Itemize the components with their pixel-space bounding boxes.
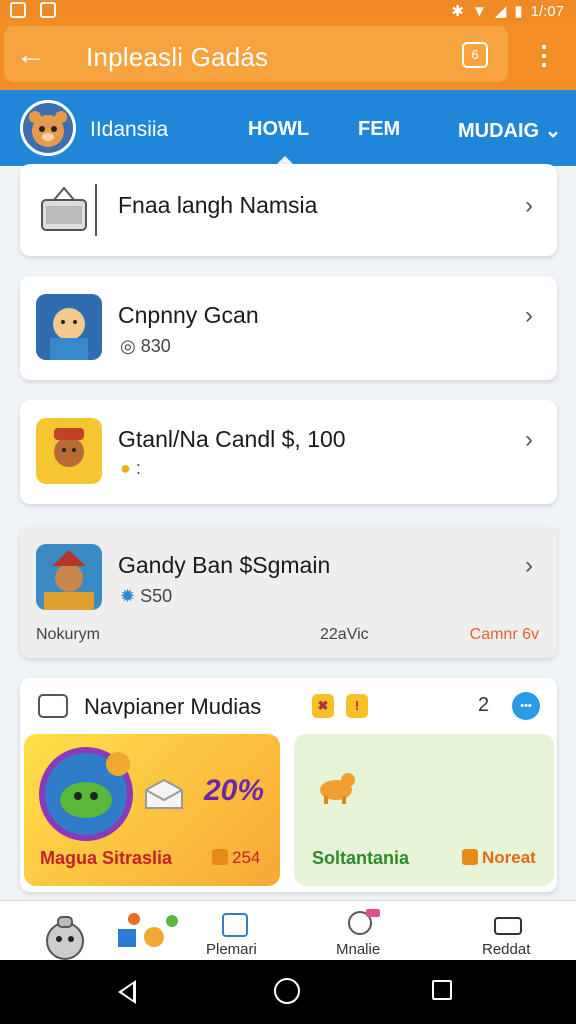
chat-icon: [348, 909, 380, 935]
list-item[interactable]: Gandy Ban $Sgmain ✹ S50 › Nokurym 22aVic…: [20, 526, 557, 658]
image-notification-icon: [40, 2, 56, 18]
system-navigation-bar: [0, 960, 576, 1024]
card-subtitle: ◎ 830: [120, 336, 171, 357]
card-title: Gtanl/Na Candl $, 100: [118, 426, 346, 452]
chevron-down-icon: ⌄: [544, 120, 562, 142]
nav-label-mnalie[interactable]: Mnalie: [336, 941, 380, 958]
tag-icon: [212, 849, 228, 865]
promo-left-label: Magua Sitraslia: [40, 848, 173, 868]
robot-mascot-icon[interactable]: [40, 911, 90, 961]
list-item[interactable]: Gtanl/Na Candl $, 100 ● : ›: [20, 400, 557, 504]
featured-section: Navpianer Mudias ✖ ! 2 ••• 20% Magua Sit…: [20, 678, 557, 892]
bear-character-icon: [36, 418, 102, 484]
promo-left-count: 254: [212, 848, 260, 868]
card-subtitle: ✹ S50: [120, 586, 172, 607]
nav-label-plemari[interactable]: Plemari: [206, 941, 257, 958]
nav-label-reddat[interactable]: Reddat: [482, 941, 530, 958]
card-value: :: [135, 458, 141, 478]
list-item[interactable]: Cnpnny Gcan ◎ 830 ›: [20, 276, 557, 380]
chevron-right-icon: ›: [525, 302, 533, 329]
system-recents-icon[interactable]: [432, 980, 452, 1000]
back-arrow-icon[interactable]: ←: [16, 40, 48, 72]
promo-right-label: Soltantania: [312, 848, 410, 868]
app-title: Inpleasli Gadás: [86, 42, 269, 72]
reward-badge-icon: ✖: [312, 694, 334, 718]
more-options-icon[interactable]: ⋮: [530, 40, 558, 72]
wifi-icon: ▼: [471, 2, 487, 20]
tab-more-label: MUDAIG: [458, 120, 540, 142]
gift-box-icon: [41, 186, 87, 231]
promo-card-right[interactable]: Soltantania Noreat: [294, 734, 554, 886]
bear-mascot-icon: [29, 111, 67, 147]
card-footer-left: Nokurym: [36, 626, 101, 643]
card-value: 830: [140, 336, 171, 356]
tab-bar: IIdansiia HOWL FEM MUDAIG ⌄: [0, 90, 576, 166]
card-title: Gandy Ban $Sgmain: [118, 552, 331, 578]
dog-icon: [320, 773, 355, 804]
promo-card-left[interactable]: 20% Magua Sitraslia 254: [24, 734, 280, 886]
envelope-icon: [145, 778, 183, 809]
list-item[interactable]: Fnaa langh Namsia ›: [20, 164, 557, 256]
card-value: S50: [140, 586, 173, 606]
menu-dot-icon[interactable]: •••: [512, 692, 540, 720]
app-notification-icon: [10, 2, 26, 18]
bluetooth-icon: ✱: [451, 3, 464, 20]
promo-percent: 20%: [204, 774, 265, 807]
games-bundle-icon[interactable]: [116, 911, 182, 951]
card-footer-link[interactable]: Camnr 6v: [470, 626, 539, 644]
app-bar: ← Inpleasli Gadás 6 ⋮: [0, 22, 576, 90]
system-home-icon[interactable]: [274, 978, 300, 1004]
promo-right-tag: Noreat: [462, 848, 536, 868]
card-subtitle: ● :: [120, 458, 141, 479]
card-title: Fnaa langh Namsia: [118, 192, 318, 218]
calendar-icon: [222, 913, 248, 937]
tab-feed[interactable]: FEM: [358, 118, 400, 141]
character-thumbnail-icon: [36, 294, 102, 360]
game-medal-icon: [39, 747, 133, 841]
promo-right-tag-text: Noreat: [482, 848, 536, 867]
brand-name: IIdansiia: [90, 118, 169, 141]
chevron-right-icon: ›: [525, 192, 533, 219]
avatar[interactable]: [20, 100, 76, 156]
tabs-count-button[interactable]: 6: [462, 42, 488, 68]
status-time: 1/:07: [530, 2, 564, 20]
wallet-icon: [494, 917, 522, 935]
system-back-icon[interactable]: [118, 980, 136, 1004]
card-title: Cnpnny Gcan: [118, 302, 259, 328]
section-count: 2: [478, 694, 490, 716]
coin-icon: ◎: [120, 336, 136, 356]
battery-icon: ▮: [514, 3, 523, 20]
chevron-right-icon: ›: [525, 552, 533, 579]
bottom-navigation: Plemari Mnalie Reddat: [0, 900, 576, 960]
alert-badge-icon: !: [346, 694, 368, 718]
warrior-character-icon: [36, 544, 102, 610]
tab-home[interactable]: HOWL: [248, 118, 309, 141]
tag-icon: [462, 849, 478, 865]
promo-left-count-value: 254: [232, 848, 261, 867]
card-footer-mid: 22aVic: [320, 626, 369, 643]
gallery-icon: [38, 694, 68, 718]
section-title: Navpianer Mudias: [84, 694, 262, 719]
gear-icon: ✹: [120, 586, 136, 606]
signal-icon: ◢: [494, 3, 507, 20]
divider: [95, 184, 97, 236]
smiley-icon: ●: [120, 458, 131, 478]
status-bar: ✱ ▼ ◢ ▮ 1/:07: [0, 0, 576, 22]
tab-more[interactable]: MUDAIG ⌄: [458, 118, 561, 143]
chevron-right-icon: ›: [525, 426, 533, 453]
